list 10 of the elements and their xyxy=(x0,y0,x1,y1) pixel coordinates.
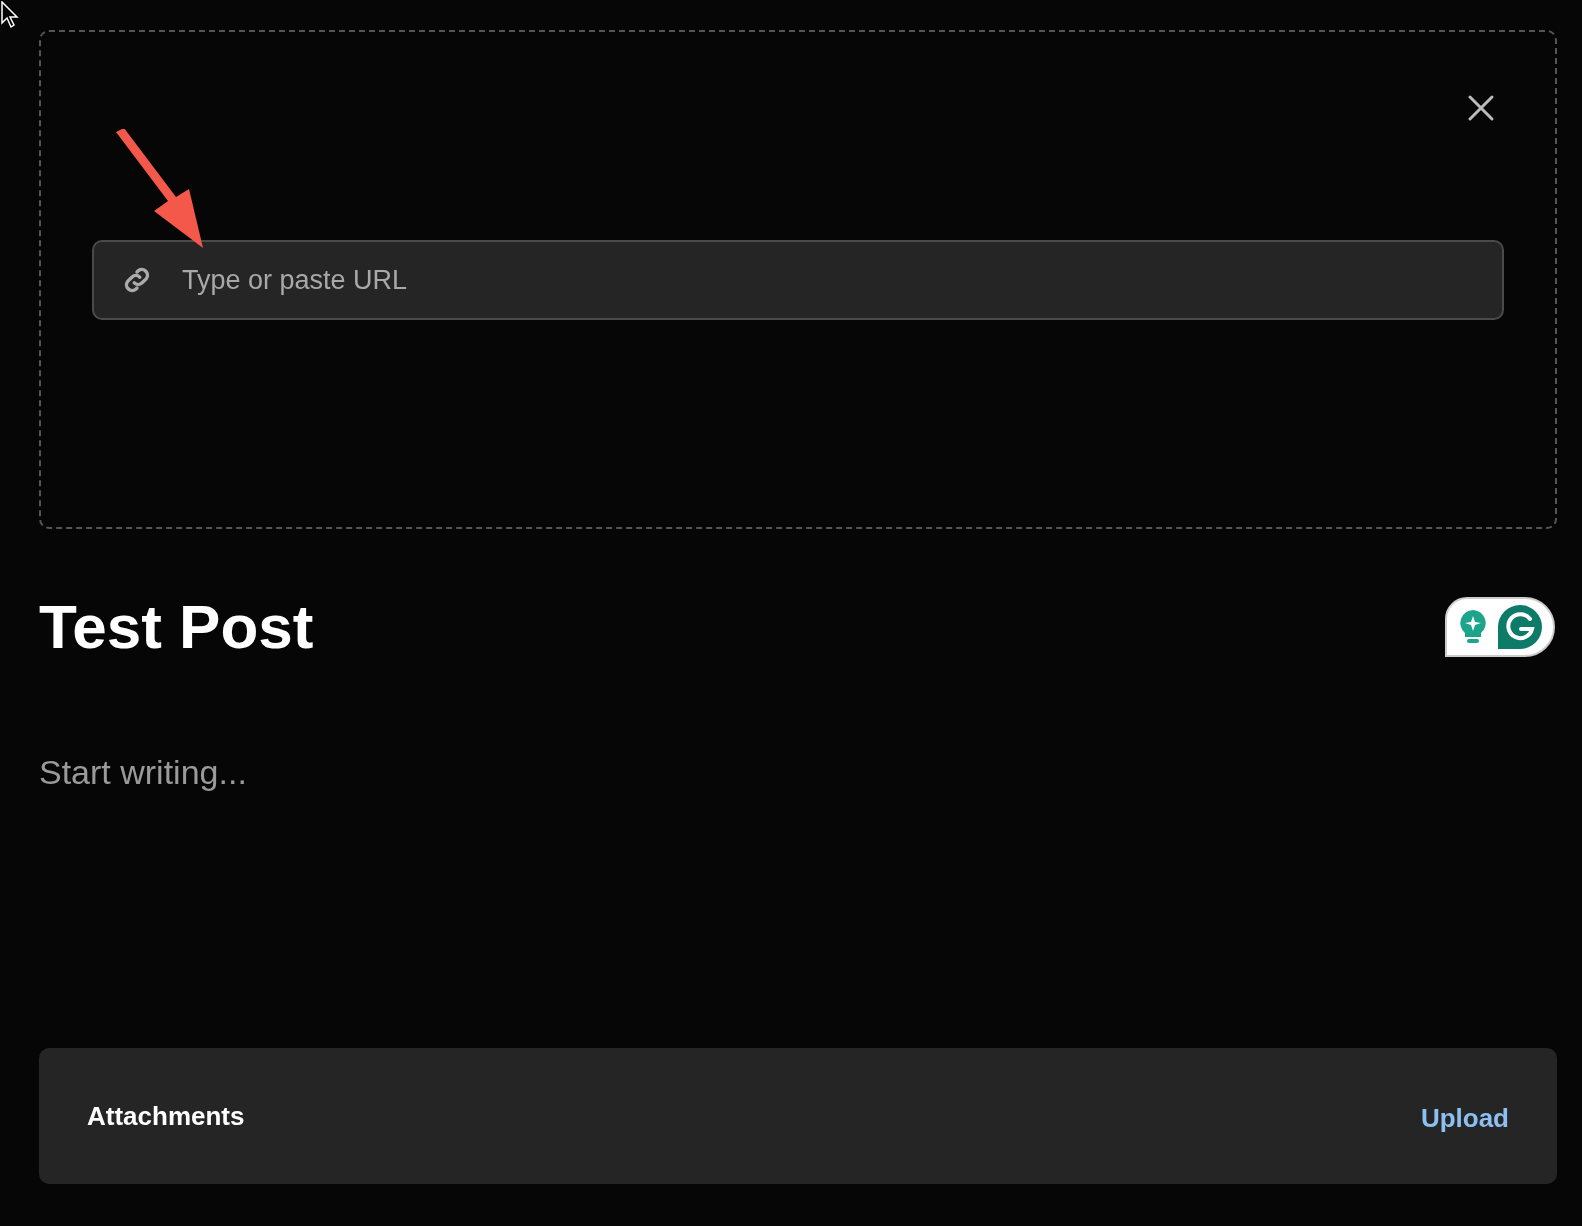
url-field[interactable]: Type or paste URL xyxy=(92,240,1504,320)
grammarly-widget[interactable] xyxy=(1445,597,1555,657)
lightbulb-icon xyxy=(1457,608,1489,646)
grammarly-logo-icon xyxy=(1497,604,1543,650)
body-field[interactable]: Start writing... xyxy=(39,747,1557,1048)
upload-link[interactable]: Upload xyxy=(1420,1098,1509,1138)
close-icon[interactable] xyxy=(1467,94,1495,122)
attachments-label: Attachments xyxy=(87,1099,245,1133)
post-title[interactable]: Test Post xyxy=(39,587,314,667)
cursor-icon xyxy=(1,1,21,31)
